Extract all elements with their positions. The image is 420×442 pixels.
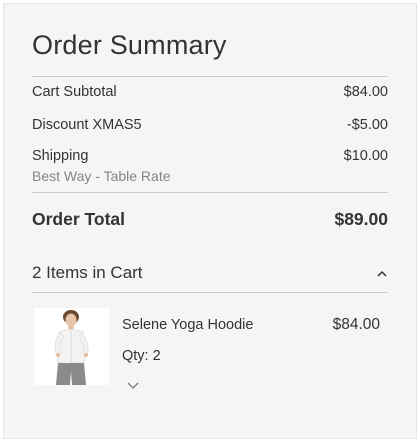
- items-in-cart-toggle[interactable]: 2 Items in Cart: [32, 260, 388, 286]
- product-image: [34, 308, 109, 385]
- order-total-label: Order Total: [32, 209, 126, 229]
- order-summary-title: Order Summary: [32, 30, 227, 60]
- shipping-row: Shipping $10.00: [32, 148, 388, 164]
- divider: [32, 192, 388, 193]
- shipping-value: $10.00: [343, 148, 388, 164]
- order-summary-panel: Order Summary Cart Subtotal $84.00 Disco…: [3, 3, 417, 439]
- cart-subtotal-label: Cart Subtotal: [32, 84, 117, 100]
- items-in-cart-label: 2 Items in Cart: [32, 263, 143, 282]
- product-thumbnail-hoodie-icon: [34, 308, 109, 385]
- discount-row: Discount XMAS5 -$5.00: [32, 117, 388, 133]
- divider: [32, 76, 388, 77]
- shipping-label: Shipping: [32, 148, 89, 164]
- product-name: Selene Yoga Hoodie: [122, 317, 254, 333]
- chevron-down-icon[interactable]: [126, 378, 140, 390]
- cart-subtotal-row: Cart Subtotal $84.00: [32, 84, 388, 100]
- chevron-up-icon[interactable]: [376, 267, 388, 279]
- discount-label: Discount XMAS5: [32, 117, 142, 133]
- divider: [32, 292, 388, 293]
- order-total-value: $89.00: [334, 209, 388, 229]
- product-qty: Qty: 2: [122, 348, 161, 364]
- order-total-row: Order Total $89.00: [32, 209, 388, 230]
- cart-subtotal-value: $84.00: [343, 84, 388, 100]
- discount-value: -$5.00: [346, 117, 388, 133]
- product-price: $84.00: [332, 316, 380, 333]
- shipping-method: Best Way - Table Rate: [32, 168, 171, 184]
